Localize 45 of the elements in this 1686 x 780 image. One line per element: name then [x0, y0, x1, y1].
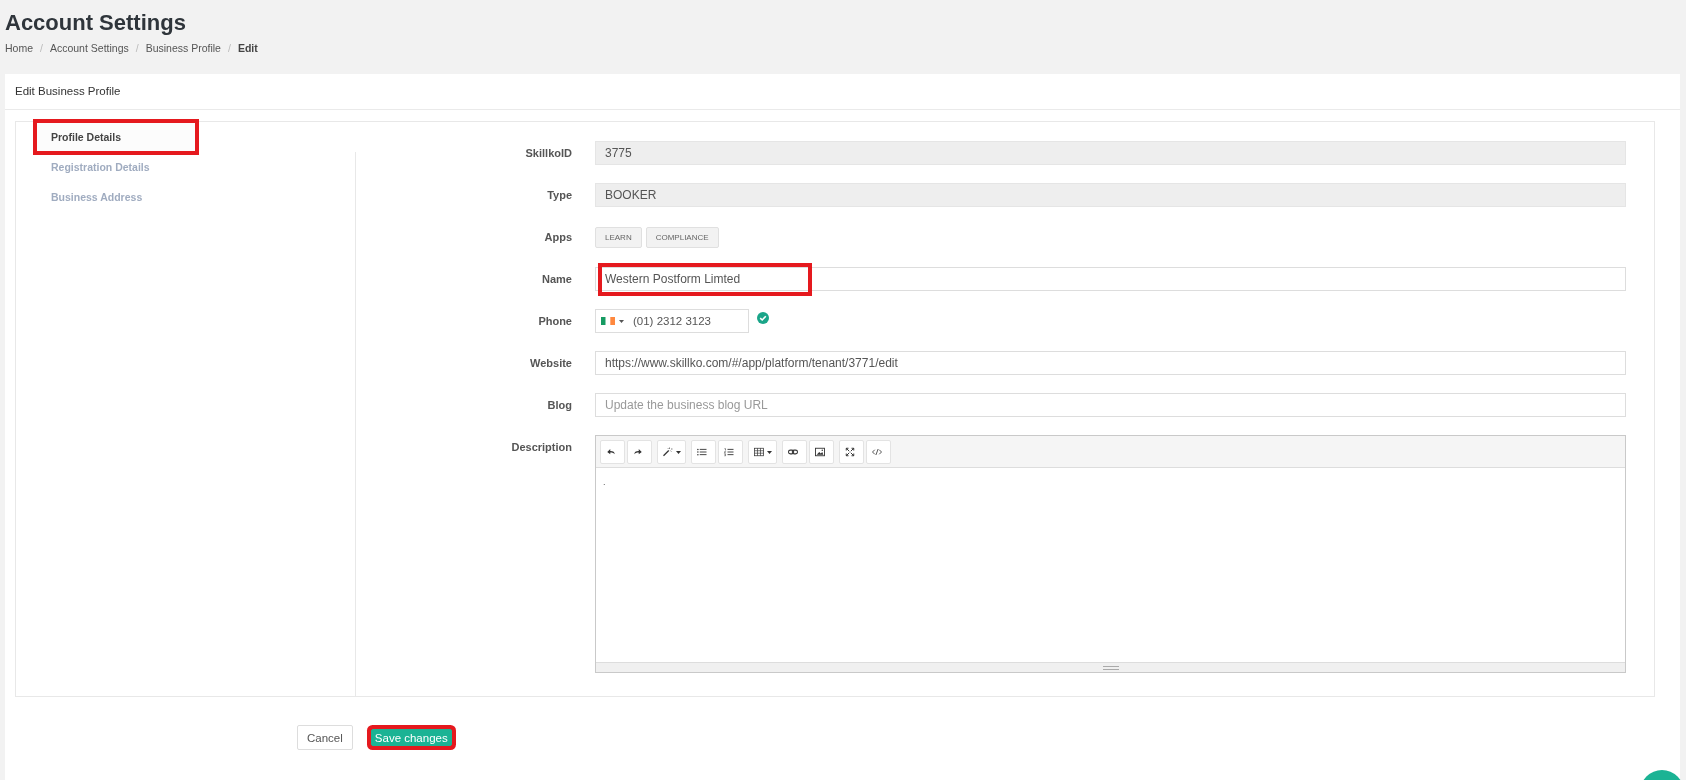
breadcrumb-link[interactable]: Account Settings [49, 42, 129, 54]
card-title: Edit Business Profile [5, 74, 1680, 110]
field-label: Name [541, 272, 573, 287]
input-field[interactable]: Western Postform Limted [595, 267, 1626, 291]
breadcrumb-link[interactable]: Business Profile [145, 42, 221, 54]
field-label: Type [546, 188, 573, 203]
rich-text-editor[interactable]: . [595, 435, 1626, 673]
field-label: SkillkoID [524, 146, 573, 161]
breadcrumb-separator: / [135, 42, 139, 54]
page-title: Account Settings [5, 10, 187, 36]
toolbar-button[interactable] [748, 440, 777, 464]
app-tag: LEARN [595, 227, 642, 248]
breadcrumb-current: Edit [237, 42, 258, 54]
numbered-list-icon [723, 446, 735, 458]
readonly-field[interactable]: BOOKER [595, 183, 1626, 207]
field-label: Website [529, 356, 573, 371]
toolbar-button[interactable] [809, 440, 834, 464]
toolbar-button[interactable] [657, 440, 686, 464]
breadcrumb-separator: / [40, 42, 43, 54]
field-label: Apps [543, 230, 573, 245]
app-tag: COMPLIANCE [645, 227, 719, 248]
bulleted-list-icon [696, 446, 708, 458]
field-label: Phone [537, 314, 573, 329]
editor-text: . [603, 477, 606, 487]
cancel-button[interactable]: Cancel [297, 725, 353, 750]
tab[interactable]: Profile Details [36, 122, 199, 152]
grip-icon [1102, 665, 1119, 670]
caret-icon [767, 450, 772, 454]
input-field[interactable]: https://www.skillko.com/#/app/platform/tenant/3771/edit [595, 351, 1626, 375]
toolbar-button[interactable] [782, 440, 807, 464]
caret-icon [676, 450, 681, 454]
link-icon [787, 446, 799, 458]
breadcrumb-link[interactable]: Home [5, 42, 33, 54]
toolbar-button[interactable] [839, 440, 864, 464]
magic-wand-icon [662, 446, 674, 458]
breadcrumb-separator: / [227, 42, 231, 54]
picture-icon [814, 446, 826, 458]
table-icon [753, 446, 765, 458]
fullscreen-icon [844, 446, 856, 458]
field-label: Description [510, 440, 573, 455]
readonly-field[interactable]: 3775 [595, 141, 1626, 165]
input-field[interactable]: Update the business blog URL [595, 393, 1626, 417]
code-icon [871, 446, 883, 458]
toolbar-button[interactable] [691, 440, 716, 464]
field-label: Blog [546, 398, 573, 413]
